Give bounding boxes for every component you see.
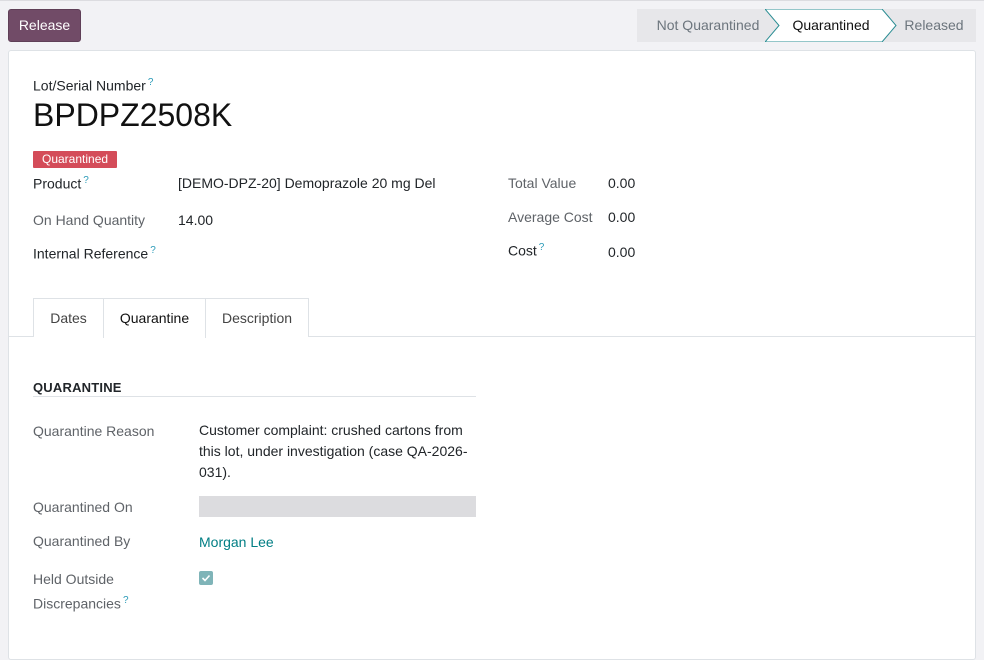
help-icon[interactable]: ? bbox=[83, 175, 89, 186]
product-label: Product? bbox=[33, 175, 89, 192]
internal-reference-label-text: Internal Reference bbox=[33, 245, 149, 262]
held-outside-discrepancies-checkbox[interactable] bbox=[199, 571, 213, 585]
form-sheet: Lot/Serial Number? BPDPZ2508K Quarantine… bbox=[8, 50, 976, 660]
stage-not-quarantined[interactable]: Not Quarantined bbox=[637, 9, 779, 42]
help-icon[interactable]: ? bbox=[123, 595, 129, 606]
tab-quarantine[interactable]: Quarantine bbox=[103, 298, 206, 338]
tab-description[interactable]: Description bbox=[205, 298, 309, 337]
help-icon[interactable]: ? bbox=[539, 242, 545, 253]
tab-dates[interactable]: Dates bbox=[33, 298, 104, 337]
cost-label-text: Cost bbox=[508, 242, 537, 259]
cost-value[interactable]: 0.00 bbox=[608, 244, 635, 260]
cost-label: Cost? bbox=[508, 242, 544, 259]
total-value: 0.00 bbox=[608, 175, 636, 191]
top-border bbox=[0, 0, 984, 1]
held-label-line-2: Discrepancies? bbox=[33, 590, 129, 615]
quarantine-reason-label: Quarantine Reason bbox=[33, 423, 155, 439]
quarantined-by-label: Quarantined By bbox=[33, 533, 131, 549]
on-hand-label: On Hand Quantity bbox=[33, 212, 146, 228]
total-value-label: Total Value bbox=[508, 175, 577, 191]
status-bar: Not Quarantined Released Quarantined bbox=[637, 9, 976, 42]
average-cost-value: 0.00 bbox=[608, 209, 636, 225]
internal-reference-label: Internal Reference? bbox=[33, 245, 156, 262]
status-badge: Quarantined bbox=[33, 151, 118, 168]
held-label-line-1: Held Outside bbox=[33, 571, 114, 587]
checkmark-icon bbox=[201, 574, 211, 582]
help-icon[interactable]: ? bbox=[148, 77, 154, 88]
lot-serial-label-text: Lot/Serial Number bbox=[33, 77, 146, 94]
stage-quarantined[interactable]: Quarantined bbox=[765, 9, 897, 42]
average-cost-label: Average Cost bbox=[508, 209, 593, 225]
product-label-text: Product bbox=[33, 175, 82, 192]
quarantine-section-title: QUARANTINE bbox=[33, 380, 122, 395]
record-title[interactable]: BPDPZ2508K bbox=[33, 97, 232, 134]
quarantined-by-link[interactable]: Morgan Lee bbox=[199, 534, 274, 550]
help-icon[interactable]: ? bbox=[150, 245, 156, 256]
quarantined-on-field[interactable] bbox=[199, 496, 476, 517]
on-hand-value: 14.00 bbox=[178, 212, 214, 228]
internal-reference-field[interactable] bbox=[178, 245, 438, 263]
product-field[interactable]: [DEMO-DPZ-20] Demoprazole 20 mg Del bbox=[178, 175, 436, 191]
held-label-line-2-text: Discrepancies bbox=[33, 595, 121, 612]
quarantine-reason-field[interactable]: Customer complaint: crushed cartons from… bbox=[199, 420, 479, 483]
lot-serial-label: Lot/Serial Number? bbox=[33, 77, 153, 94]
held-outside-discrepancies-label: Held Outside Discrepancies? bbox=[33, 569, 129, 615]
stage-quarantined-label: Quarantined bbox=[792, 17, 870, 33]
section-divider bbox=[33, 396, 476, 397]
quarantined-on-label: Quarantined On bbox=[33, 499, 133, 515]
release-button[interactable]: Release bbox=[8, 9, 81, 42]
